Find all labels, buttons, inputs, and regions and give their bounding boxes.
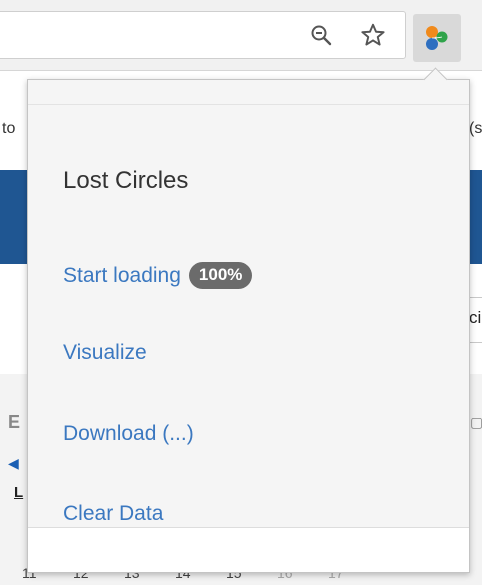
lost-circles-logo-icon <box>426 26 448 50</box>
start-loading-link[interactable]: Start loading 100% <box>63 262 253 289</box>
background-text-fragment: E <box>8 412 21 432</box>
visualize-link[interactable]: Visualize <box>63 341 147 365</box>
clear-data-link[interactable]: Clear Data <box>63 502 163 526</box>
start-loading-label[interactable]: Start loading <box>63 264 181 288</box>
background-text-fragment: to <box>2 120 16 137</box>
popup-header-strip <box>28 80 469 105</box>
popup-title: Lost Circles <box>63 167 189 194</box>
bookmark-star-icon[interactable] <box>357 19 389 51</box>
lost-circles-extension-button[interactable] <box>413 14 461 62</box>
background-prev-arrow-icon: ◀ <box>8 455 19 471</box>
extension-popup: Lost Circles Start loading 100% Visualiz… <box>27 79 470 573</box>
address-bar[interactable] <box>0 11 406 59</box>
zoom-out-icon[interactable] <box>305 19 337 51</box>
popup-body: Lost Circles Start loading 100% Visualiz… <box>28 105 469 528</box>
background-text-fragment: (s <box>469 120 482 137</box>
background-box-icon: ▢ <box>470 414 482 430</box>
download-link[interactable]: Download (...) <box>63 422 194 446</box>
browser-toolbar <box>0 0 482 71</box>
background-button-text: ci <box>469 308 482 327</box>
background-text-fragment: L <box>14 484 24 501</box>
progress-badge: 100% <box>188 262 253 289</box>
